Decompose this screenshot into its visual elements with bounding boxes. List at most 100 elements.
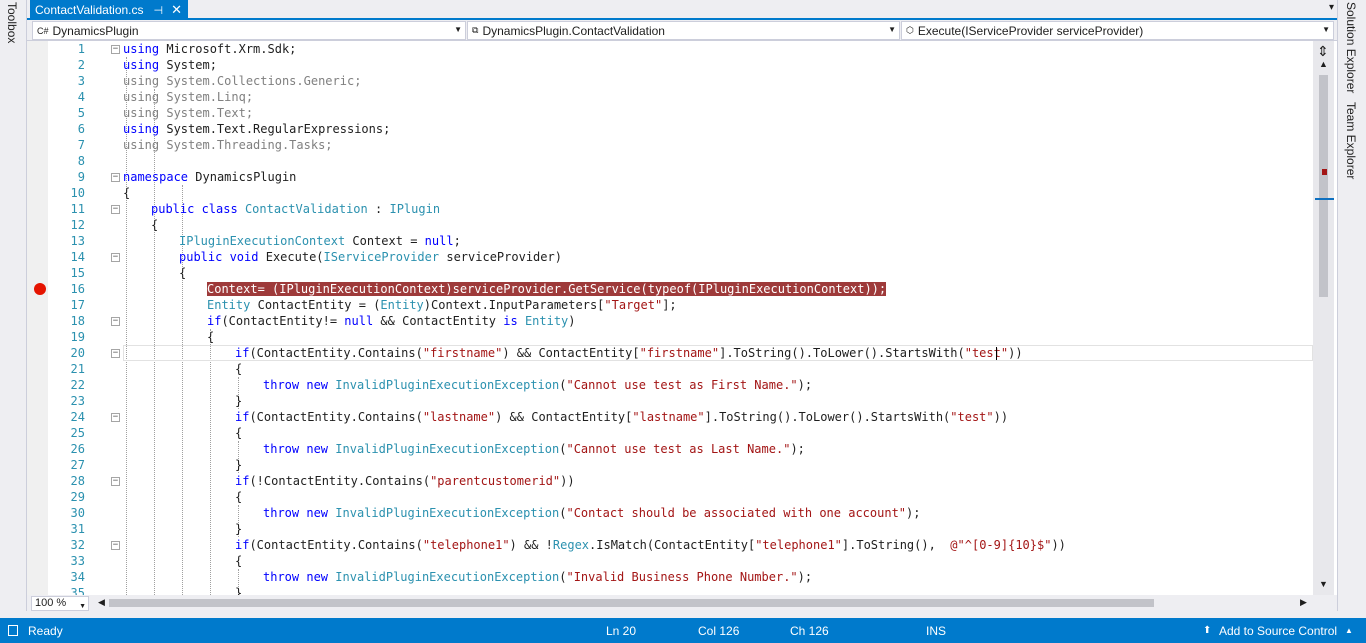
close-icon[interactable]: ✕	[171, 2, 182, 18]
code-line[interactable]: 5 using System.Text;	[27, 105, 1317, 121]
add-to-source-control-button[interactable]: Add to Source Control	[1219, 624, 1337, 638]
code-line[interactable]: 7 using System.Threading.Tasks;	[27, 137, 1317, 153]
code-line[interactable]: 34 throw new InvalidPluginExecutionExcept…	[27, 569, 1317, 585]
code-token: {	[151, 218, 159, 232]
split-window-icon[interactable]: ⇕	[1317, 43, 1329, 60]
collapse-icon[interactable]: −	[111, 253, 120, 262]
code-text: Context= (IPluginExecutionContext)servic…	[207, 281, 887, 297]
collapse-icon[interactable]: −	[111, 45, 120, 54]
member-dropdown[interactable]: ⬡ Execute(IServiceProvider serviceProvid…	[901, 21, 1334, 40]
csharp-project-icon: C#	[37, 25, 49, 36]
code-token: Entity	[380, 298, 424, 312]
code-line[interactable]: 11 − public class ContactValidation : IPlu…	[27, 201, 1317, 217]
collapse-icon[interactable]: −	[111, 317, 120, 326]
code-token: ))	[1051, 538, 1066, 552]
code-token: {	[123, 186, 131, 200]
code-token: DynamicsPlugin	[195, 170, 297, 184]
code-token: ;	[453, 234, 461, 248]
status-line: Ln 20	[606, 624, 637, 638]
class-dropdown[interactable]: ⧉ DynamicsPlugin.ContactValidation ▼	[467, 21, 900, 40]
code-line[interactable]: 17 Entity ContactEntity = (Entity)Context…	[27, 297, 1317, 313]
collapse-icon[interactable]: −	[111, 477, 120, 486]
code-line[interactable]: 24− if(ContactEntity.Contains("lastname")…	[27, 409, 1317, 425]
code-line[interactable]: 15 {	[27, 265, 1317, 281]
code-line[interactable]: 28 − if(!ContactEntity.Contains("parentcus…	[27, 473, 1317, 489]
collapse-icon[interactable]: −	[111, 349, 120, 358]
vertical-scrollbar[interactable]: ⇕ ▲ ▼	[1313, 41, 1334, 595]
code-line[interactable]: 10 {	[27, 185, 1317, 201]
code-line[interactable]: 4 using System.Linq;	[27, 89, 1317, 105]
zoom-dropdown[interactable]: 100 % ▼	[31, 596, 89, 611]
line-number: 26	[70, 442, 85, 456]
code-line[interactable]: 22 throw new InvalidPluginExecutionExcept…	[27, 377, 1317, 393]
line-number: 28	[70, 474, 85, 488]
code-token: System.Text.RegularExpressions;	[166, 122, 391, 136]
code-line[interactable]: 26 throw new InvalidPluginExecutionExcept…	[27, 441, 1317, 457]
scroll-left-icon[interactable]: ◀	[98, 597, 105, 608]
code-token: InvalidPluginExecutionException	[335, 506, 560, 520]
line-number: 25	[70, 426, 85, 440]
line-number: 32	[70, 538, 85, 552]
code-token: (!ContactEntity.Contains(	[249, 474, 431, 488]
collapse-icon[interactable]: −	[111, 413, 120, 422]
code-editor[interactable]: 1− using Microsoft.Xrm.Sdk; 2 using System;…	[27, 41, 1337, 595]
code-token: is	[503, 314, 518, 328]
scroll-right-icon[interactable]: ▶	[1300, 597, 1307, 608]
code-line[interactable]: 20− if(ContactEntity.Contains("firstname"…	[27, 345, 1317, 361]
team-explorer-tab[interactable]: Team Explorer	[1344, 102, 1358, 179]
code-line[interactable]: 33 {	[27, 553, 1317, 569]
line-number: 33	[70, 554, 85, 568]
code-line[interactable]: 32− if(ContactEntity.Contains("telephone1…	[27, 537, 1317, 553]
code-token: IPlugin	[389, 202, 441, 216]
code-token: }	[235, 394, 243, 408]
code-line[interactable]: 23}	[27, 393, 1317, 409]
member-name: Execute(IServiceProvider serviceProvider…	[917, 23, 1144, 38]
code-token: System;	[166, 58, 217, 72]
document-tab[interactable]: ContactValidation.cs ⊣ ✕	[30, 0, 188, 20]
code-line[interactable]: 2 using System;	[27, 57, 1317, 73]
code-line[interactable]: 9 − namespace DynamicsPlugin	[27, 169, 1317, 185]
code-line[interactable]: 1 − using Microsoft.Xrm.Sdk;	[27, 41, 1317, 57]
scroll-up-icon[interactable]: ▲	[1319, 59, 1328, 69]
collapse-icon[interactable]: −	[111, 205, 120, 214]
code-line[interactable]: 14 − public void Execute(IServiceProvider …	[27, 249, 1317, 265]
collapse-icon[interactable]: −	[111, 541, 120, 550]
chevron-up-icon: ▲	[1345, 626, 1353, 635]
code-text: {	[235, 553, 242, 569]
scroll-down-icon[interactable]: ▼	[1319, 579, 1328, 589]
tab-list-dropdown-icon[interactable]: ▾	[1329, 2, 1334, 13]
code-token: "parentcustomerid"	[430, 474, 561, 488]
collapse-icon[interactable]: −	[111, 173, 120, 182]
code-line[interactable]: 18 − if(ContactEntity!= null && ContactEnt…	[27, 313, 1317, 329]
code-token: public void	[179, 250, 259, 264]
status-message-icon	[8, 625, 18, 636]
horizontal-scroll-thumb[interactable]	[109, 599, 1154, 607]
code-line[interactable]: 12 {	[27, 217, 1317, 233]
code-line[interactable]: 8	[27, 153, 1317, 169]
code-token: Execute(	[265, 250, 324, 264]
breakpoint-icon[interactable]	[34, 283, 46, 295]
code-line[interactable]: 16 Context= (IPluginExecutionContext)serv…	[27, 281, 1317, 297]
code-token: InvalidPluginExecutionException	[335, 378, 560, 392]
code-text: {	[207, 329, 214, 345]
project-dropdown[interactable]: C# DynamicsPlugin ▼	[32, 21, 466, 40]
solution-explorer-tab[interactable]: Solution Explorer	[1344, 2, 1358, 93]
code-token: "firstname"	[639, 346, 720, 360]
code-line[interactable]: 6 using System.Text.RegularExpressions;	[27, 121, 1317, 137]
code-line[interactable]: 13 IPluginExecutionContext Context = null…	[27, 233, 1317, 249]
code-line[interactable]: 21 {	[27, 361, 1317, 377]
pin-icon[interactable]: ⊣	[154, 4, 164, 17]
code-token: }	[235, 522, 243, 536]
line-number: 20	[70, 346, 85, 360]
code-line[interactable]: 31}	[27, 521, 1317, 537]
code-line[interactable]: 27}	[27, 457, 1317, 473]
code-line[interactable]: 30 throw new InvalidPluginExecutionExcept…	[27, 505, 1317, 521]
code-line[interactable]: 19 {	[27, 329, 1317, 345]
vertical-scroll-thumb[interactable]	[1319, 75, 1328, 297]
code-line[interactable]: 35}	[27, 585, 1317, 595]
code-line[interactable]: 3 using System.Collections.Generic;	[27, 73, 1317, 89]
code-token: @"^[0-9]{10}$"	[950, 538, 1052, 552]
code-line[interactable]: 29 {	[27, 489, 1317, 505]
toolbox-tab[interactable]: Toolbox	[5, 2, 19, 43]
code-line[interactable]: 25 {	[27, 425, 1317, 441]
